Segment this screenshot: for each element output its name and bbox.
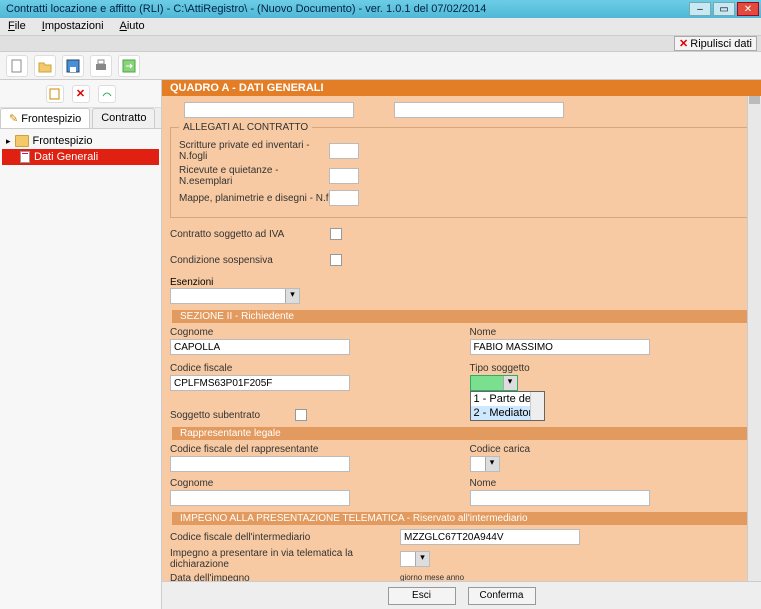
top-input-1[interactable] <box>184 102 354 118</box>
cognome-input[interactable] <box>170 339 350 355</box>
doc-icon <box>20 151 30 163</box>
new-doc-icon[interactable] <box>6 55 28 77</box>
menu-impostazioni[interactable]: Impostazioni <box>42 20 104 33</box>
nome-input[interactable] <box>470 339 650 355</box>
mappe-input[interactable] <box>329 190 359 206</box>
mini-btn-delete[interactable]: ✕ <box>72 85 90 103</box>
chevron-down-icon: ▾ <box>485 457 499 471</box>
tab-contratto[interactable]: Contratto <box>92 108 155 128</box>
rapp-cf-label: Codice fiscale del rappresentante <box>170 444 454 455</box>
menubar: File Impostazioni Aiuto <box>0 18 761 36</box>
section-header: QUADRO A - DATI GENERALI <box>162 80 761 96</box>
carica-dropdown[interactable]: ▾ <box>470 456 500 472</box>
menu-file[interactable]: File <box>8 20 26 33</box>
cf-label: Codice fiscale <box>170 363 454 374</box>
cognome-label: Cognome <box>170 327 454 338</box>
close-button[interactable]: ✕ <box>737 2 759 16</box>
export-icon[interactable] <box>118 55 140 77</box>
form-content: ALLEGATI AL CONTRATTO Scritture private … <box>162 96 761 581</box>
cf-input[interactable] <box>170 375 350 391</box>
footer-bar: Esci Conferma <box>162 581 761 609</box>
open-folder-icon[interactable] <box>34 55 56 77</box>
tree: ▸Frontespizio Dati Generali <box>0 129 161 169</box>
allegati-fieldset: ALLEGATI AL CONTRATTO Scritture private … <box>170 122 753 218</box>
right-pane: QUADRO A - DATI GENERALI ALLEGATI AL CON… <box>162 80 761 609</box>
chevron-down-icon: ▾ <box>415 552 429 566</box>
date-legend: giorno mese anno <box>400 573 498 581</box>
window-buttons: – ▭ ✕ <box>689 2 759 16</box>
rapp-cognome-input[interactable] <box>170 490 350 506</box>
carica-label: Codice carica <box>470 444 754 455</box>
impegno-header: IMPEGNO ALLA PRESENTAZIONE TELEMATICA - … <box>172 512 751 525</box>
esenzioni-dropdown[interactable]: ▾ <box>170 288 300 304</box>
main-toolbar <box>0 52 761 80</box>
mappe-label: Mappe, planimetrie e disegni - N.fogli o… <box>179 193 329 204</box>
left-mini-toolbar: ✕ <box>0 80 161 108</box>
impegno-pres-dropdown[interactable]: ▾ <box>400 551 430 567</box>
ripulisci-button[interactable]: ✕Ripulisci dati <box>674 36 757 51</box>
tipo-label: Tipo soggetto <box>470 363 754 374</box>
rapp-cognome-label: Cognome <box>170 478 454 489</box>
ricevute-label: Ricevute e quietanze - N.esemplari <box>179 165 329 187</box>
iva-label: Contratto soggetto ad IVA <box>170 229 330 240</box>
rapp-header: Rappresentante legale <box>172 427 751 440</box>
scritture-label: Scritture private ed inventari - N.fogli <box>179 140 329 162</box>
window-title: Contratti locazione e affitto (RLI) - C:… <box>2 3 486 15</box>
ripulisci-label: Ripulisci dati <box>690 38 752 50</box>
impegno-pres-label: Impegno a presentare in via telematica l… <box>170 548 400 570</box>
tab-frontespizio-label: Frontespizio <box>21 113 81 125</box>
tree-root[interactable]: ▸Frontespizio <box>2 133 159 149</box>
esci-button[interactable]: Esci <box>388 587 456 605</box>
chevron-down-icon: ▾ <box>503 376 517 390</box>
ricevute-input[interactable] <box>329 168 359 184</box>
minimize-button[interactable]: – <box>689 2 711 16</box>
tab-frontespizio[interactable]: ✎ Frontespizio <box>0 108 90 128</box>
nome-label: Nome <box>470 327 754 338</box>
chevron-down-icon: ▾ <box>285 289 299 303</box>
impegno-cf-input[interactable] <box>400 529 580 545</box>
tipo-dropdown[interactable]: ▾ <box>470 375 518 391</box>
condizione-checkbox[interactable] <box>330 254 342 266</box>
sec2-header: SEZIONE II - Richiedente <box>172 310 751 323</box>
rapp-nome-label: Nome <box>470 478 754 489</box>
conferma-button[interactable]: Conferma <box>468 587 536 605</box>
vertical-scrollbar[interactable] <box>747 96 761 581</box>
tree-child-label: Dati Generali <box>34 151 98 163</box>
left-pane: ✕ ✎ Frontespizio Contratto ▸Frontespizio… <box>0 80 162 609</box>
ripulisci-bar: ✕Ripulisci dati <box>0 36 761 52</box>
titlebar: Contratti locazione e affitto (RLI) - C:… <box>0 0 761 18</box>
condizione-label: Condizione sospensiva <box>170 255 330 266</box>
tree-dati-generali[interactable]: Dati Generali <box>2 149 159 165</box>
subentrato-label: Soggetto subentrato <box>170 410 295 421</box>
save-icon[interactable] <box>62 55 84 77</box>
left-tabs: ✎ Frontespizio Contratto <box>0 108 161 129</box>
mini-btn-1[interactable] <box>46 85 64 103</box>
top-input-2[interactable] <box>394 102 564 118</box>
tree-root-label: Frontespizio <box>33 135 93 147</box>
iva-checkbox[interactable] <box>330 228 342 240</box>
tipo-dropdown-list: 1 - Parte del contratto 2 - Mediatore de… <box>470 391 545 421</box>
maximize-button[interactable]: ▭ <box>713 2 735 16</box>
impegno-data-label: Data dell'impegno <box>170 573 400 581</box>
esenzioni-label: Esenzioni <box>170 277 213 288</box>
subentrato-checkbox[interactable] <box>295 409 307 421</box>
mini-btn-3[interactable] <box>98 85 116 103</box>
print-icon[interactable] <box>90 55 112 77</box>
folder-icon <box>15 135 29 147</box>
scritture-input[interactable] <box>329 143 359 159</box>
menu-aiuto[interactable]: Aiuto <box>120 20 145 33</box>
dropdown-scrollbar[interactable] <box>530 392 544 420</box>
rapp-cf-input[interactable] <box>170 456 350 472</box>
allegati-legend: ALLEGATI AL CONTRATTO <box>179 122 312 133</box>
rapp-nome-input[interactable] <box>470 490 650 506</box>
impegno-cf-label: Codice fiscale dell'intermediario <box>170 532 400 543</box>
